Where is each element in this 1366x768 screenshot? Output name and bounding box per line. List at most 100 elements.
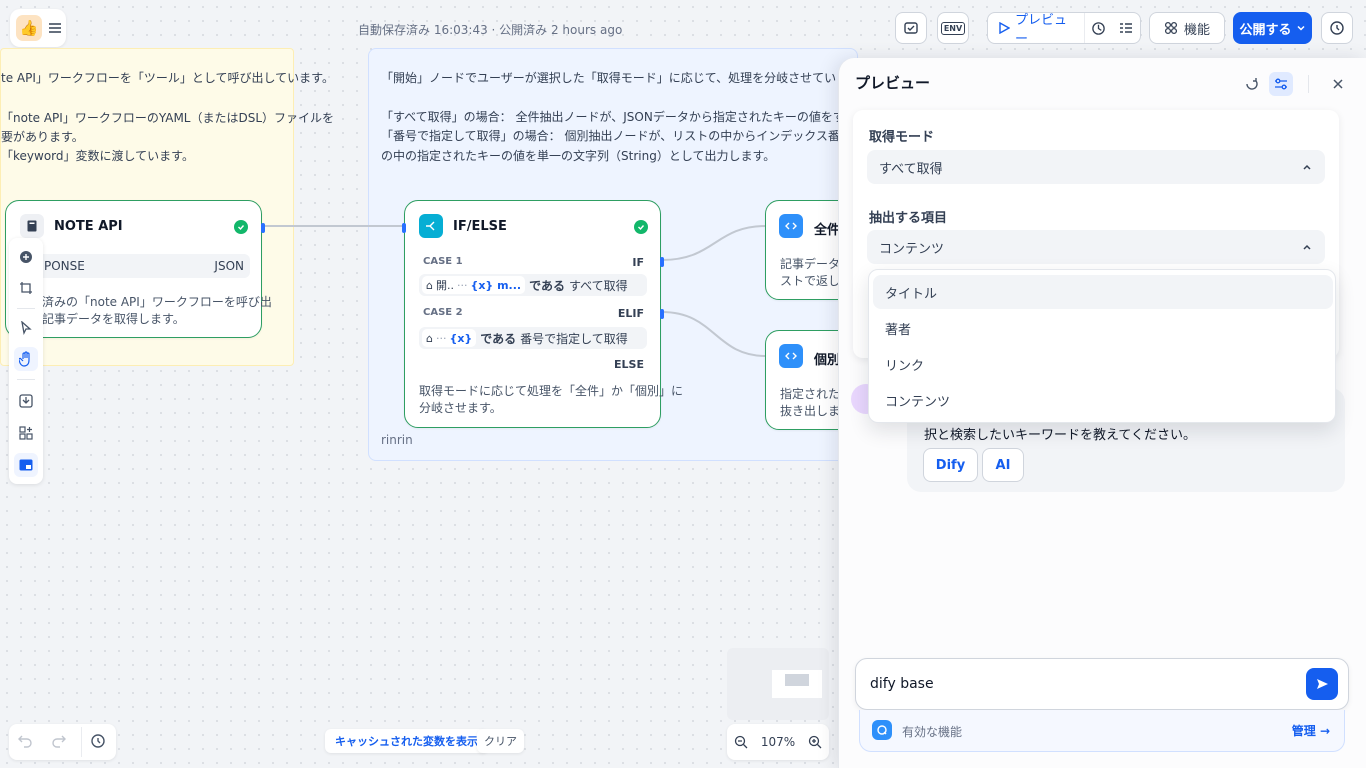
features-label: 機能	[1183, 22, 1210, 38]
item-select-dropdown: タイトル 著者 リンク コンテンツ	[868, 269, 1336, 423]
output-handle[interactable]	[660, 257, 664, 267]
chat-input-value[interactable]: dify base	[870, 676, 934, 692]
publish-button[interactable]: 公開する	[1233, 12, 1312, 44]
env-icon: ENV	[940, 21, 966, 35]
code-icon	[779, 214, 803, 238]
condition-row[interactable]: ⌂ ··· {x} である 番号で指定して取得	[419, 327, 647, 349]
select-value: コンテンツ	[879, 241, 945, 257]
show-cached-vars-button[interactable]: キャッシュされた変数を表示	[325, 733, 488, 749]
cache-variables-bar: キャッシュされた変数を表示	[325, 729, 488, 753]
output-handle[interactable]	[261, 223, 265, 233]
preview-button[interactable]: プレビュー	[988, 13, 1085, 47]
history-icon[interactable]	[90, 733, 106, 749]
dropdown-option[interactable]: タイトル	[873, 275, 1333, 309]
check-icon	[634, 220, 648, 234]
plus-circle-icon[interactable]	[14, 245, 38, 269]
dropdown-option[interactable]: 著者	[873, 311, 1333, 345]
clear-cache-wrapper: クリア	[477, 729, 524, 753]
preview-label: プレビュー	[1015, 13, 1068, 47]
version-history-button[interactable]	[1321, 12, 1353, 44]
node-note-api[interactable]: NOTE API PONSE JSON 済みの「note API」ワークフローを…	[5, 200, 272, 338]
node-desc: 分岐させます。	[419, 401, 502, 415]
zoom-level[interactable]: 107%	[761, 735, 795, 749]
features-text: 有効な機能	[902, 725, 963, 739]
debug-clock-button[interactable]	[1085, 21, 1113, 36]
zoom-out-icon[interactable]	[734, 735, 748, 749]
var-type: JSON	[214, 259, 244, 273]
node-desc: 抜き出しま	[780, 404, 841, 418]
item-select[interactable]: コンテンツ	[867, 230, 1325, 264]
field-label: 取得モード	[869, 130, 935, 145]
node-title: NOTE API	[54, 219, 123, 234]
message-text: 択と検索したいキーワードを教えてください。	[924, 428, 1196, 443]
suggestion-button[interactable]: Dify	[923, 448, 978, 482]
history-icon	[1329, 20, 1345, 36]
dropdown-option[interactable]: コンテンツ	[873, 383, 1333, 417]
condition-value: すべて取得	[568, 278, 628, 293]
output-handle[interactable]	[660, 309, 664, 319]
node-title: 全件	[814, 223, 841, 238]
var-name: PONSE	[44, 259, 85, 273]
import-icon[interactable]	[14, 389, 38, 413]
condition-value: 番号で指定して取得	[520, 331, 628, 346]
list-check-button[interactable]	[1112, 21, 1140, 35]
condition-op: である	[480, 331, 517, 346]
undo-redo-group	[9, 724, 116, 760]
zoom-in-icon[interactable]	[808, 735, 822, 749]
branch-label: ELSE	[614, 358, 644, 371]
env-button[interactable]: ENV	[937, 12, 969, 44]
clear-cache-button[interactable]: クリア	[477, 733, 524, 749]
node-desc: 取得モードに応じて処理を「全件」か「個別」に	[419, 384, 684, 398]
canvas-minimap[interactable]	[727, 648, 829, 720]
chip-label: 開..	[435, 279, 454, 292]
redo-icon[interactable]	[51, 733, 67, 749]
chevron-down-icon	[1296, 23, 1306, 33]
manage-link[interactable]: 管理 →	[1292, 722, 1330, 739]
chat-input-box[interactable]: dify base	[855, 658, 1349, 710]
close-icon[interactable]	[1332, 78, 1344, 90]
home-icon: ⌂	[426, 331, 433, 345]
mode-select[interactable]: すべて取得	[867, 150, 1325, 184]
checklist-button[interactable]	[895, 12, 927, 44]
canvas-toolbar	[9, 238, 43, 484]
blocks-icon[interactable]	[14, 421, 38, 445]
preview-toolbar-group: プレビュー	[987, 12, 1141, 47]
chip-dots: ···	[435, 331, 447, 345]
suggestion-button[interactable]: AI	[982, 448, 1024, 482]
play-icon	[998, 22, 1010, 34]
dropdown-option[interactable]: リンク	[873, 347, 1333, 381]
send-button[interactable]	[1306, 668, 1338, 700]
input-handle[interactable]	[402, 223, 406, 233]
node-desc: 済みの「note API」ワークフローを呼び出	[42, 295, 272, 309]
refresh-icon[interactable]	[1244, 76, 1260, 92]
chevron-up-icon	[1301, 241, 1313, 253]
panel-title: プレビュー	[855, 74, 931, 92]
chevron-up-icon	[1301, 161, 1313, 173]
hand-icon[interactable]	[14, 347, 38, 371]
list-check-icon	[1119, 21, 1133, 35]
settings-sliders-icon[interactable]	[1269, 72, 1293, 96]
code-icon	[779, 344, 803, 368]
node-title: IF/ELSE	[453, 219, 507, 234]
field-label: 抽出する項目	[869, 211, 948, 226]
branch-label: ELIF	[617, 307, 644, 320]
note-add-icon[interactable]	[14, 276, 38, 300]
zoom-control: 107%	[727, 724, 829, 760]
undo-icon[interactable]	[17, 733, 33, 749]
checklist-icon	[903, 20, 919, 36]
condition-row[interactable]: ⌂ 開.. ··· {x} m... である すべて取得	[419, 274, 647, 296]
node-if-else[interactable]: IF/ELSE CASE 1 IF ⌂ 開.. ··· {x} m... である…	[402, 200, 683, 428]
condition-op: である	[529, 278, 565, 293]
feature-icon	[872, 720, 892, 740]
minimap-icon[interactable]	[14, 453, 38, 477]
book-icon	[20, 214, 44, 238]
condition-chip: ⌂ 開.. ··· {x} m...	[422, 276, 526, 294]
node-desc: 記事データを取得します。	[42, 312, 185, 326]
features-button[interactable]: 機能	[1149, 12, 1225, 44]
case-label: CASE 2	[423, 307, 463, 318]
chip-var: {x}	[449, 331, 473, 345]
chip-var: {x} m...	[470, 278, 522, 292]
pointer-icon[interactable]	[14, 316, 38, 340]
features-bar: 有効な機能 管理 →	[859, 710, 1345, 752]
check-icon	[234, 220, 248, 234]
